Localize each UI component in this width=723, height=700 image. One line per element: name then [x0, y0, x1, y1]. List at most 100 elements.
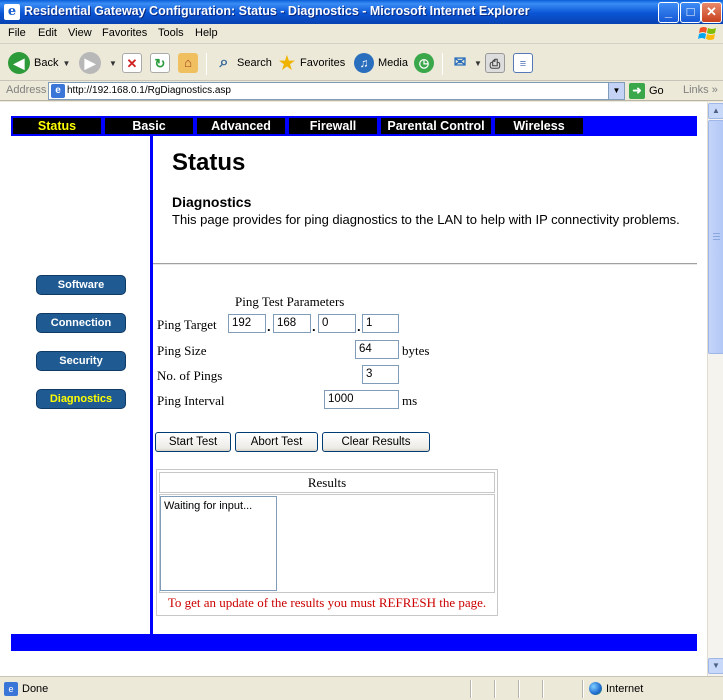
nav-tab-status[interactable]: Status — [13, 118, 101, 134]
page-viewport: Status Basic Advanced Firewall Parental … — [0, 102, 707, 676]
ping-target-label: Ping Target — [157, 317, 217, 332]
start-test-button[interactable]: Start Test — [155, 432, 231, 452]
search-label: Search — [237, 57, 272, 69]
menu-tools[interactable]: Tools — [158, 27, 184, 39]
go-button[interactable]: ➜ Go — [629, 83, 664, 99]
star-icon: ★ — [278, 53, 296, 73]
maximize-button[interactable]: □ — [680, 2, 701, 23]
menu-view[interactable]: View — [68, 27, 92, 39]
home-icon: ⌂ — [178, 53, 198, 73]
chevron-down-icon[interactable]: ▼ — [608, 83, 624, 99]
ping-count-input[interactable]: 3 — [362, 365, 399, 384]
nav-tab-wireless[interactable]: Wireless — [495, 118, 583, 134]
forward-arrow-icon: ▶ — [79, 52, 101, 74]
status-text: Done — [22, 683, 49, 695]
results-table: Results Waiting for input... To get an u… — [156, 469, 498, 616]
forward-button[interactable]: ▶ ▼ — [79, 50, 117, 76]
status-divider — [542, 680, 544, 698]
scroll-thumb[interactable] — [708, 120, 723, 354]
go-arrow-icon: ➜ — [629, 83, 645, 99]
media-label: Media — [378, 57, 408, 69]
chevron-down-icon[interactable]: ▼ — [474, 59, 482, 68]
menu-file[interactable]: File — [8, 27, 26, 39]
section-title: Diagnostics — [172, 194, 252, 210]
divider — [153, 263, 697, 265]
results-textarea[interactable]: Waiting for input... — [160, 496, 277, 591]
mail-icon: ✉ — [453, 54, 467, 71]
links-label: Links — [683, 84, 709, 96]
page-done-icon: e — [4, 682, 18, 696]
address-label: Address — [6, 84, 47, 96]
window-title: Residential Gateway Configuration: Statu… — [24, 4, 530, 18]
refresh-icon: ↻ — [150, 53, 170, 73]
clear-results-button[interactable]: Clear Results — [322, 432, 430, 452]
sidebar-item-connection[interactable]: Connection — [36, 313, 126, 333]
menu-bar: File Edit View Favorites Tools Help — [0, 24, 723, 44]
sidebar-item-software[interactable]: Software — [36, 275, 126, 295]
menu-help[interactable]: Help — [195, 27, 218, 39]
refresh-button[interactable]: ↻ — [150, 50, 170, 76]
ping-size-label: Ping Size — [157, 343, 207, 358]
sidebar-item-security[interactable]: Security — [36, 351, 126, 371]
mail-button[interactable]: ✉ ▼ — [450, 50, 482, 76]
minimize-button[interactable]: _ — [658, 2, 679, 23]
back-button[interactable]: ◀ Back ▼ — [8, 50, 70, 76]
ping-interval-unit: ms — [402, 393, 418, 408]
zone-text: Internet — [606, 683, 644, 695]
abort-test-button[interactable]: Abort Test — [235, 432, 318, 452]
toolbar-separator — [442, 53, 443, 75]
edit-button[interactable]: ≡ — [513, 50, 533, 76]
nav-tab-parental-control[interactable]: Parental Control — [381, 118, 491, 134]
page-icon: e — [51, 84, 65, 98]
ping-interval-label: Ping Interval — [157, 393, 225, 408]
section-description: This page provides for ping diagnostics … — [172, 212, 680, 227]
ping-target-octet-3[interactable]: 0 — [318, 314, 356, 333]
nav-tab-advanced[interactable]: Advanced — [197, 118, 285, 134]
history-icon: ◷ — [414, 53, 434, 73]
address-url: http://192.168.0.1/RgDiagnostics.asp — [67, 85, 231, 96]
address-input[interactable]: e http://192.168.0.1/RgDiagnostics.asp ▼ — [48, 82, 625, 100]
stop-button[interactable]: ✕ — [122, 50, 142, 76]
print-button[interactable]: ⎙ — [485, 50, 505, 76]
ping-interval-input[interactable]: 1000 — [324, 390, 399, 409]
ping-target-octet-1[interactable]: 192 — [228, 314, 266, 333]
results-header: Results — [159, 472, 495, 493]
ping-params-header: Ping Test Parameters — [235, 294, 345, 309]
scroll-grip — [713, 233, 720, 234]
nav-tab-basic[interactable]: Basic — [105, 118, 193, 134]
ping-size-unit: bytes — [402, 343, 430, 358]
top-nav: Status Basic Advanced Firewall Parental … — [11, 116, 697, 136]
menu-edit[interactable]: Edit — [38, 27, 57, 39]
ping-target-octet-4[interactable]: 1 — [362, 314, 399, 333]
search-button[interactable]: ⌕ Search — [214, 50, 272, 76]
status-divider — [470, 680, 472, 698]
home-button[interactable]: ⌂ — [178, 50, 198, 76]
menu-favorites[interactable]: Favorites — [102, 27, 147, 39]
scroll-up-icon[interactable]: ▲ — [708, 103, 723, 119]
nav-tab-firewall[interactable]: Firewall — [289, 118, 377, 134]
window-title-bar[interactable]: e Residential Gateway Configuration: Sta… — [0, 0, 723, 24]
chevron-down-icon[interactable]: ▼ — [109, 59, 117, 68]
footer-bar — [11, 634, 697, 651]
vertical-scrollbar[interactable]: ▲ ▼ — [707, 102, 723, 676]
browser-toolbar: ◀ Back ▼ ▶ ▼ ✕ ↻ ⌂ ⌕ Search ★ Favorites … — [0, 45, 723, 81]
close-button[interactable]: ✕ — [701, 2, 722, 23]
stop-icon: ✕ — [122, 53, 142, 73]
edit-icon: ≡ — [513, 53, 533, 73]
chevron-down-icon[interactable]: ▼ — [62, 59, 70, 68]
ping-size-input[interactable]: 64 — [355, 340, 399, 359]
media-button[interactable]: ♫ Media — [354, 50, 408, 76]
content-divider — [150, 136, 153, 634]
links-button[interactable]: Links » — [683, 84, 718, 96]
octet-separator: . — [357, 319, 361, 334]
history-button[interactable]: ◷ — [414, 50, 438, 76]
go-label: Go — [649, 85, 664, 97]
internet-zone-icon — [589, 682, 602, 695]
ping-target-octet-2[interactable]: 168 — [273, 314, 311, 333]
favorites-button[interactable]: ★ Favorites — [277, 50, 345, 76]
scroll-down-icon[interactable]: ▼ — [708, 658, 723, 674]
toolbar-separator — [206, 53, 207, 75]
ping-count-label: No. of Pings — [157, 368, 223, 383]
media-icon: ♫ — [354, 53, 374, 73]
sidebar-item-diagnostics[interactable]: Diagnostics — [36, 389, 126, 409]
